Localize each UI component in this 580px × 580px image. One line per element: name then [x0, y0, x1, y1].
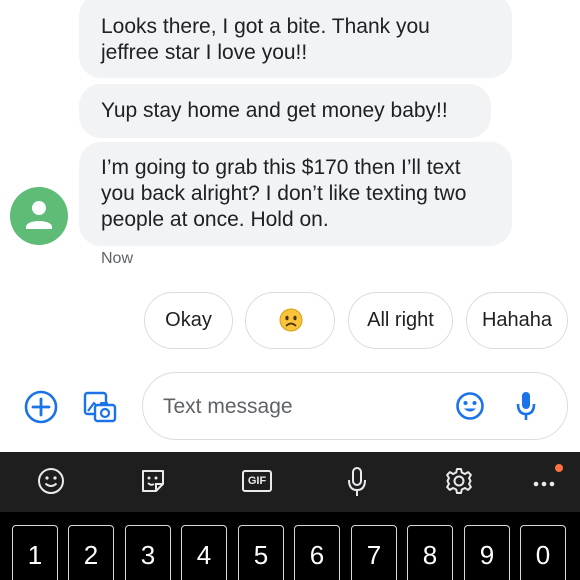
add-attachment-icon[interactable] [24, 390, 58, 424]
message-text: Yup stay home and get money baby!! [101, 99, 448, 122]
keyboard-keys: 1 2 3 4 5 6 7 8 9 0 [0, 512, 580, 580]
gif-label: GIF [247, 475, 267, 487]
smart-reply-all-right[interactable]: All right [348, 292, 453, 349]
smart-reply-label: Okay [165, 309, 212, 331]
smart-reply-hahaha[interactable]: Hahaha [466, 292, 568, 349]
message-bubble[interactable]: Yup stay home and get money baby!! [79, 84, 491, 138]
message-text: I’m going to grab this $170 then I’ll te… [101, 156, 467, 231]
smart-reply-okay[interactable]: Okay [144, 292, 233, 349]
message-input[interactable]: Text message [163, 395, 293, 419]
keyboard-toolbar: GIF [0, 452, 580, 512]
key-3[interactable]: 3 [125, 525, 171, 580]
key-9[interactable]: 9 [464, 525, 510, 580]
emoji-icon[interactable] [36, 466, 66, 496]
smart-reply-label: All right [367, 309, 434, 331]
key-5[interactable]: 5 [238, 525, 284, 580]
gif-button[interactable]: GIF [242, 470, 272, 492]
key-0[interactable]: 0 [520, 525, 566, 580]
microphone-icon[interactable] [513, 389, 539, 423]
message-compose-box[interactable]: Text message [142, 372, 568, 440]
more-icon[interactable] [530, 462, 566, 494]
emoji-icon[interactable] [455, 391, 485, 421]
key-2[interactable]: 2 [68, 525, 114, 580]
key-8[interactable]: 8 [407, 525, 453, 580]
person-icon [26, 201, 52, 229]
message-timestamp: Now [101, 250, 134, 267]
smart-reply-emoji[interactable]: 🙁 [245, 292, 335, 349]
sticker-icon[interactable] [138, 466, 168, 496]
key-6[interactable]: 6 [294, 525, 340, 580]
key-7[interactable]: 7 [351, 525, 397, 580]
message-bubble[interactable]: I’m going to grab this $170 then I’ll te… [79, 142, 512, 246]
key-1[interactable]: 1 [12, 525, 58, 580]
message-bubble[interactable]: Looks there, I got a bite. Thank you jef… [79, 0, 512, 78]
key-4[interactable]: 4 [181, 525, 227, 580]
gallery-camera-icon[interactable] [82, 389, 118, 425]
settings-icon[interactable] [444, 466, 474, 496]
message-text: Looks there, I got a bite. Thank you jef… [101, 15, 430, 64]
voice-input-icon[interactable] [344, 466, 370, 498]
smart-reply-label: Hahaha [481, 309, 553, 331]
contact-avatar[interactable] [10, 187, 68, 245]
